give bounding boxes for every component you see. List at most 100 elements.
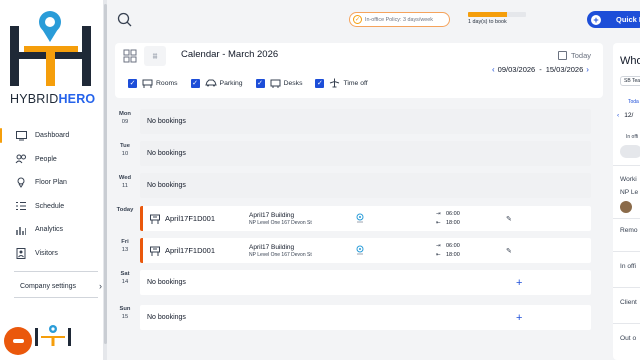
day-row-empty[interactable]: No bookings (140, 173, 591, 198)
sidebar-item-schedule[interactable]: Schedule (14, 195, 104, 219)
sidebar-item-visitors[interactable]: Visitors (14, 242, 104, 266)
no-bookings-text: No bookings (147, 150, 186, 157)
checkbox-checked[interactable]: ✓ (255, 78, 265, 88)
checkbox-checked[interactable]: ✓ (315, 78, 325, 88)
company-settings-link[interactable]: Company settings › (20, 281, 102, 291)
time-in: 06:00 (446, 210, 460, 217)
building-info: April17 Building NP Level One 167 Devon … (249, 212, 355, 226)
edit-pencil-icon[interactable]: ✎ (506, 247, 516, 255)
rooms-icon (142, 79, 153, 88)
list-view-button[interactable]: ⩩ (144, 46, 166, 66)
search-icon[interactable] (116, 11, 134, 29)
location-pin-icon[interactable] (355, 213, 365, 224)
filter-rooms[interactable]: ✓ Rooms (128, 78, 178, 88)
sidebar-item-label: Schedule (35, 202, 65, 210)
today-label: Today (571, 51, 592, 60)
chevron-right-icon: › (99, 281, 102, 291)
no-bookings-text: No bookings (147, 279, 186, 286)
filter-label: Parking (219, 79, 243, 87)
today-link[interactable]: Toda (628, 99, 639, 105)
chevron-left-icon[interactable]: ‹ (492, 65, 495, 74)
checkbox-checked[interactable]: ✓ (128, 78, 137, 88)
sign-out-icon: ⇤ (436, 251, 441, 258)
no-bookings-text: No bookings (147, 182, 186, 189)
plane-icon (330, 78, 340, 88)
chevron-left-icon[interactable]: ‹ (617, 112, 619, 119)
check-circle-icon: ✓ (353, 15, 362, 24)
grid-view-icon[interactable] (122, 48, 138, 64)
sign-in-icon: ⇥ (436, 210, 441, 217)
in-office-policy-badge: ✓ In-office Policy: 3 days/week (349, 12, 450, 27)
sidebar-scrollbar[interactable] (104, 0, 107, 360)
filter-label: Rooms (156, 79, 178, 87)
progress-fill (468, 12, 507, 17)
chat-button[interactable] (4, 327, 32, 355)
day-row-empty[interactable]: No bookings + (140, 270, 591, 295)
booking-progress: 1 day(s) to book (468, 12, 526, 25)
building-address: NP Level One 167 Devon St (249, 219, 312, 226)
progress-track (468, 12, 526, 17)
panel-date: ‹ 12/ (617, 112, 634, 119)
chevron-right-icon[interactable]: › (586, 65, 589, 74)
company-settings-label: Company settings (20, 282, 77, 290)
booking-row[interactable]: April17F1D001 April17 Building NP Level … (140, 238, 591, 263)
panel-divider (613, 323, 640, 324)
sidebar-item-dashboard[interactable]: Dashboard (0, 124, 104, 148)
filter-parking[interactable]: ✓ Parking (190, 78, 243, 88)
desk-icon (150, 246, 160, 256)
working-label: Worki (620, 176, 637, 183)
add-booking-plus-icon[interactable]: + (516, 277, 522, 289)
team-select[interactable]: SB Tea (620, 76, 640, 86)
avatar[interactable] (620, 201, 632, 213)
sidebar: HYBRIDHERO Dashboard People Floor Plan S… (0, 0, 104, 360)
avatar-group[interactable] (620, 145, 640, 158)
sidebar-item-label: Floor Plan (35, 179, 67, 187)
panel-divider (613, 165, 640, 166)
filter-label: Desks (283, 79, 303, 87)
day-row-empty[interactable]: No bookings (140, 109, 591, 134)
sidebar-divider (14, 297, 98, 298)
progress-label: 1 day(s) to book (468, 19, 507, 25)
sidebar-item-analytics[interactable]: Analytics (14, 218, 104, 242)
date-range: ‹ 09/03/2026 - 15/03/2026 › (489, 65, 592, 74)
day-label: Mon 09 (119, 111, 131, 125)
filter-desks[interactable]: ✓ Desks (255, 78, 303, 88)
day-label: Sat 14 (120, 271, 130, 285)
policy-text: In-office Policy: 3 days/week (365, 16, 433, 23)
sidebar-item-label: Visitors (35, 249, 58, 257)
whos-in-panel: Who SB Tea Toda ‹ 12/ In offi Worki NP Le… (613, 43, 640, 360)
people-icon (14, 152, 28, 166)
day-label: Tue 10 (120, 143, 130, 157)
booking-row[interactable]: April17F1D001 April17 Building NP Level … (140, 206, 591, 231)
calendar-title: Calendar - March 2026 (181, 49, 279, 60)
in-office-label: In offi (626, 134, 639, 140)
dashboard-icon (14, 129, 28, 143)
sidebar-item-people[interactable]: People (14, 148, 104, 172)
panel-divider (613, 287, 640, 288)
chat-icon (12, 339, 24, 343)
building-address: NP Level One 167 Devon St (249, 251, 312, 258)
no-bookings-text: No bookings (147, 314, 186, 321)
time-out: 18:00 (446, 251, 460, 258)
list-view-icon: ⩩ (152, 50, 158, 61)
day-label-today: Today (116, 207, 134, 213)
calendar-header: ⩩ Calendar - March 2026 Today ‹ 09/03/20… (115, 43, 603, 98)
sidebar-item-floor-plan[interactable]: Floor Plan (14, 171, 104, 195)
day-row-empty[interactable]: No bookings (140, 141, 591, 166)
time-out: 18:00 (446, 219, 460, 226)
add-booking-plus-icon[interactable]: + (516, 312, 522, 324)
no-bookings-text: No bookings (147, 118, 186, 125)
plus-icon: + (591, 14, 601, 25)
day-row-empty[interactable]: No bookings + (140, 305, 591, 330)
location-pin-icon[interactable] (355, 245, 365, 256)
hybridhero-logo (10, 11, 91, 86)
sidebar-nav: Dashboard People Floor Plan Schedule Ana… (0, 124, 104, 266)
checkbox-checked[interactable]: ✓ (190, 78, 200, 88)
panel-title: Who (620, 55, 640, 67)
quick-book-button[interactable]: + Quick B (587, 11, 640, 28)
filter-time-off[interactable]: ✓ Time off (315, 78, 368, 88)
remote-label: Remo (620, 227, 638, 234)
edit-pencil-icon[interactable]: ✎ (506, 215, 516, 223)
today-button[interactable]: Today (558, 51, 591, 60)
range-end: 15/03/2026 (545, 65, 584, 74)
